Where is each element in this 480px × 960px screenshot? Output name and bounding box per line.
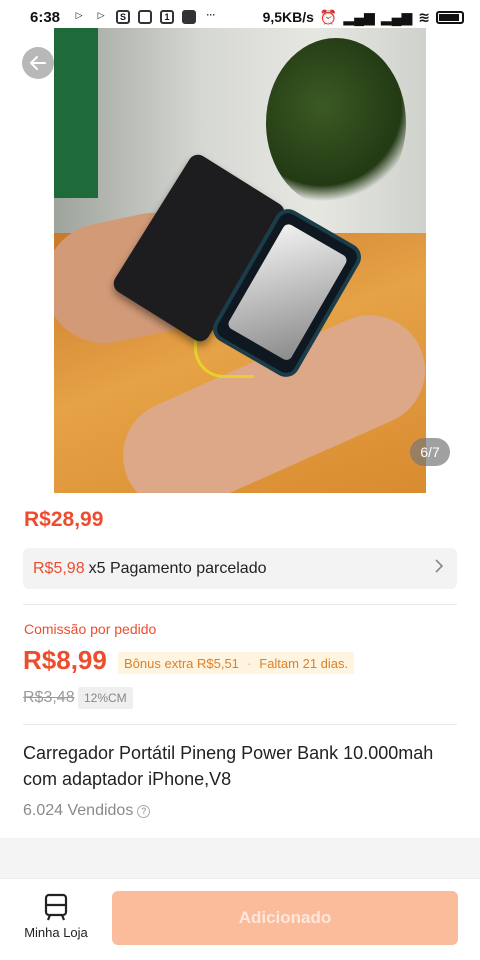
section-spacer bbox=[0, 838, 480, 878]
product-price: R$28,99 bbox=[24, 508, 104, 531]
divider bbox=[23, 724, 457, 725]
product-gallery[interactable] bbox=[0, 28, 480, 493]
bonus-text: Bônus extra R$5,51 bbox=[124, 655, 239, 671]
chevron-right-icon bbox=[433, 559, 445, 578]
more-icon: ··· bbox=[206, 10, 216, 20]
shop-icon: S bbox=[116, 10, 131, 24]
video-icon bbox=[182, 10, 197, 24]
sold-count: 6.024 Vendidos ? bbox=[23, 802, 151, 820]
bonus-badge: Bônus extra R$5,51 · Faltam 21 dias. bbox=[118, 652, 355, 674]
calendar-icon: 1 bbox=[160, 10, 175, 24]
network-speed: 9,5KB/s bbox=[262, 9, 314, 25]
product-photo[interactable] bbox=[54, 28, 426, 493]
notification-icons: ▷ ▷ S 1 ··· bbox=[72, 10, 218, 24]
my-store-label: Minha Loja bbox=[24, 925, 88, 940]
alarm-icon: ⏰ bbox=[319, 8, 338, 25]
battery-icon bbox=[436, 10, 464, 24]
badge-separator: · bbox=[246, 655, 252, 671]
bonus-remaining: Faltam 21 dias. bbox=[259, 655, 349, 671]
status-time: 6:38 bbox=[30, 8, 61, 26]
mail-icon bbox=[138, 10, 153, 24]
arrow-left-icon bbox=[30, 56, 46, 70]
signal-icon: ▂▄▆ bbox=[343, 8, 375, 25]
gallery-counter: 6/7 bbox=[410, 438, 450, 466]
old-commission: R$3,48 bbox=[23, 689, 75, 706]
installment-row[interactable]: R$5,98 x5 Pagamento parcelado bbox=[23, 548, 457, 589]
play-icon: ▷ bbox=[75, 10, 83, 20]
sold-text: 6.024 Vendidos bbox=[23, 802, 134, 819]
installment-price: R$5,98 bbox=[33, 559, 85, 577]
info-icon[interactable]: ? bbox=[137, 804, 151, 818]
commission-rate-badge: 12%CM bbox=[78, 687, 133, 709]
wifi-icon: ≋ bbox=[418, 8, 430, 25]
product-title: Carregador Portátil Pineng Power Bank 10… bbox=[23, 743, 434, 789]
divider bbox=[23, 604, 457, 605]
added-button[interactable]: Adicionado bbox=[112, 891, 458, 945]
store-icon bbox=[44, 893, 68, 921]
commission-value: R$8,99 bbox=[23, 645, 107, 675]
signal-icon: ▂▄▆ bbox=[380, 8, 413, 25]
play-icon: ▷ bbox=[97, 10, 105, 20]
my-store-button[interactable]: Minha Loja bbox=[18, 893, 94, 940]
installment-text: x5 Pagamento parcelado bbox=[88, 559, 267, 577]
status-right: 9,5KB/s ⏰ ▂▄▆ ▂▄▆ ≋ bbox=[263, 9, 464, 26]
commission-label: Comissão por pedido bbox=[24, 621, 157, 637]
back-button[interactable] bbox=[22, 47, 54, 79]
